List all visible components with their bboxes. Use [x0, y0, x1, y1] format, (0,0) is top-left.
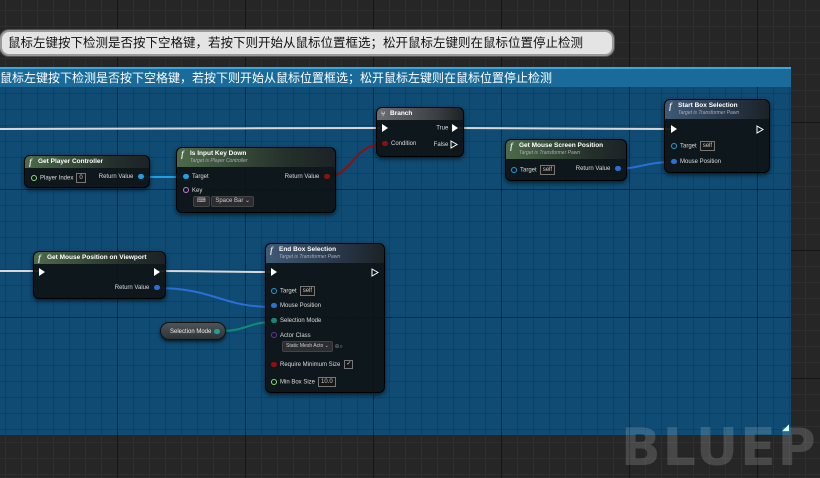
node-title: Get Mouse Position on Viewport: [47, 254, 147, 261]
pin-require-minimum-size[interactable]: Require Minimum Size ✓: [271, 360, 354, 370]
wire-layer: [0, 127, 674, 332]
exec-wire-in-branch: [0, 127, 381, 130]
pin-return-value[interactable]: Return Value: [285, 173, 330, 182]
node-title: Get Player Controller: [38, 158, 104, 165]
pin-exec-out[interactable]: [371, 268, 379, 278]
pin-return-value[interactable]: Return Value: [576, 165, 621, 174]
object-pin-icon: [671, 143, 677, 149]
function-icon: f: [510, 141, 513, 151]
pin-exec-out[interactable]: [154, 268, 160, 278]
pin-exec-in[interactable]: [382, 124, 388, 134]
node-is-input-key-down[interactable]: f Is Input Key Down Target is Player Contr…: [176, 147, 336, 213]
pin-selection-mode[interactable]: Selection Mode: [271, 317, 321, 326]
variable-label: Selection Mode: [170, 329, 212, 335]
pin-true[interactable]: True: [436, 124, 458, 134]
exec-pin-icon: [452, 124, 458, 132]
object-pin-icon: [511, 167, 517, 173]
struct-pin-icon: [154, 284, 160, 290]
node-subtitle: Target is Transformer Pawn: [519, 150, 581, 156]
struct-wire-viewport-end: [155, 287, 274, 308]
pin-mouse-position[interactable]: Mouse Position: [271, 302, 321, 311]
exec-pin-hollow-icon: [756, 125, 764, 134]
object-pin-icon: [271, 288, 277, 294]
object-pin-icon: [138, 173, 144, 179]
function-icon: f: [669, 101, 672, 111]
pin-condition[interactable]: Condition: [382, 140, 416, 149]
exec-pin-icon: [154, 268, 160, 276]
struct-pin-icon: [271, 302, 277, 308]
bool-pin-icon: [271, 362, 277, 367]
node-get-player-controller[interactable]: f Get Player Controller Player Index 0 Ret…: [24, 155, 150, 188]
pin-min-box-size[interactable]: Min Box Size 10.0: [271, 377, 336, 388]
node-title: Get Mouse Screen Position: [519, 142, 604, 149]
pin-mouse-position[interactable]: Mouse Position: [671, 158, 721, 167]
node-start-box-selection[interactable]: f Start Box Selection Target is Transforme…: [664, 99, 770, 173]
object-pin-icon: [183, 173, 189, 179]
exec-wire-viewport-end: [155, 270, 274, 273]
struct-pin-icon: [615, 165, 621, 171]
pin-exec-in[interactable]: [671, 125, 677, 135]
pin-target[interactable]: Target self: [671, 141, 716, 152]
exec-wire-true-start: [454, 127, 674, 130]
int-pin-icon: [31, 175, 37, 181]
pin-return-value[interactable]: Return Value: [115, 284, 160, 293]
actor-class-dropdown[interactable]: Static Mesh Acto ⌄: [282, 341, 333, 352]
node-selection-mode-variable[interactable]: Selection Mode: [160, 322, 226, 340]
function-icon: f: [38, 253, 41, 263]
node-title: Branch: [390, 110, 413, 117]
function-icon: f: [181, 149, 184, 159]
pin-return-value[interactable]: Return Value: [99, 173, 144, 182]
node-title: Start Box Selection: [678, 102, 738, 109]
exec-pin-hollow-icon: [371, 268, 379, 277]
function-icon: f: [29, 157, 32, 167]
struct-pin-icon: [183, 187, 189, 194]
float-pin-icon: [271, 379, 277, 385]
browse-icon[interactable]: ⌕: [340, 344, 343, 350]
exec-pin-icon: [671, 125, 677, 133]
pin-exec-in[interactable]: [39, 268, 45, 278]
function-icon: f: [270, 245, 273, 255]
node-subtitle: Target is Player Controller: [190, 158, 248, 164]
pin-actor-class[interactable]: Actor Class: [271, 332, 311, 341]
enum-pin-icon[interactable]: [214, 329, 220, 334]
actor-class-selector[interactable]: Static Mesh Acto ⌄ ⊕⌕: [282, 341, 343, 352]
node-end-box-selection[interactable]: f End Box Selection Target is Transformer …: [265, 243, 385, 393]
target-self-field[interactable]: self: [299, 286, 316, 296]
key-selector[interactable]: ⌨ Space Bar ⌄: [193, 196, 255, 207]
player-index-field[interactable]: 0: [76, 173, 86, 183]
pin-key[interactable]: Key: [183, 187, 202, 196]
pin-target[interactable]: Target: [183, 173, 209, 182]
node-title: Is Input Key Down: [190, 150, 247, 157]
min-box-size-field[interactable]: 10.0: [318, 377, 336, 387]
struct-pin-icon: [671, 158, 677, 164]
exec-pin-hollow-icon: [450, 140, 458, 149]
pin-false[interactable]: False: [434, 140, 458, 150]
exec-pin-icon: [271, 268, 277, 276]
exec-pin-icon: [382, 124, 388, 132]
pin-player-index[interactable]: Player Index 0: [31, 173, 86, 184]
pin-target[interactable]: Target self: [511, 165, 556, 176]
bool-pin-icon: [382, 140, 388, 146]
enum-pin-icon: [271, 317, 277, 323]
require-minimum-size-checkbox[interactable]: ✓: [344, 360, 354, 369]
keyboard-icon[interactable]: ⌨: [193, 196, 210, 207]
node-title: End Box Selection: [279, 246, 337, 253]
class-pin-icon: [271, 332, 277, 339]
exec-pin-icon: [39, 268, 45, 276]
node-get-mouse-screen-position[interactable]: f Get Mouse Screen Position Target is Tran…: [505, 139, 627, 181]
target-self-field[interactable]: self: [699, 141, 716, 151]
bool-pin-icon: [324, 173, 330, 179]
pin-target[interactable]: Target self: [271, 286, 316, 297]
node-get-mouse-position-on-viewport[interactable]: f Get Mouse Position on Viewport Return V…: [33, 251, 166, 299]
branch-icon: ⑂: [381, 110, 386, 118]
pin-exec-in[interactable]: [271, 268, 277, 278]
node-subtitle: Target is Transformer Pawn: [279, 254, 341, 260]
target-self-field[interactable]: self: [539, 165, 556, 175]
node-subtitle: Target is Transformer Pawn: [678, 110, 740, 116]
node-branch[interactable]: ⑂ Branch True Condition False: [376, 107, 464, 157]
key-dropdown[interactable]: Space Bar ⌄: [211, 196, 255, 207]
pin-exec-out[interactable]: [756, 125, 764, 135]
